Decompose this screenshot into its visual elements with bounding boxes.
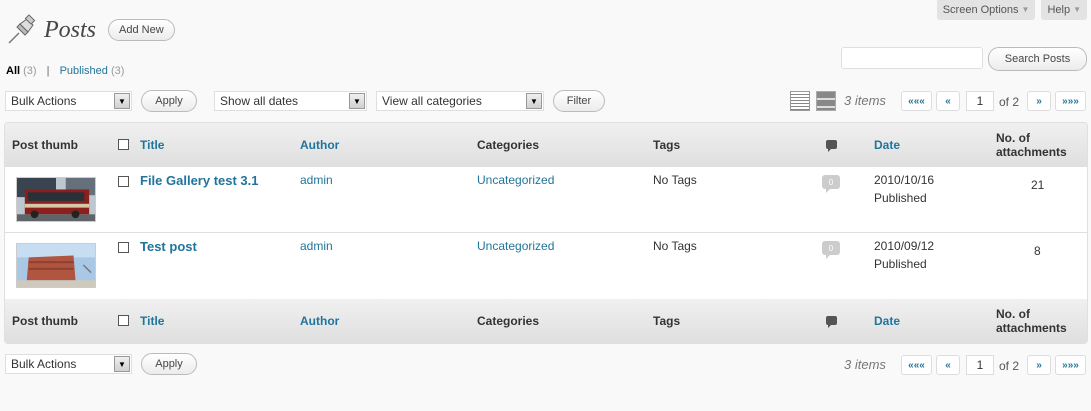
items-count-bottom: 3 items <box>844 357 886 372</box>
column-title[interactable]: Title <box>140 138 164 152</box>
comment-bubble-icon[interactable] <box>826 140 837 152</box>
filter-separator: | <box>46 65 50 77</box>
table-footer: Post thumb Title Author Categories Tags … <box>5 299 1087 343</box>
post-status: Published <box>874 191 927 205</box>
post-tags: No Tags <box>653 239 697 253</box>
post-author-link[interactable]: admin <box>300 173 333 187</box>
column-author[interactable]: Author <box>300 314 339 328</box>
row-checkbox[interactable] <box>118 176 129 187</box>
column-categories: Categories <box>477 138 540 152</box>
column-thumb: Post thumb <box>12 314 78 328</box>
next-page-button[interactable]: » <box>1027 91 1051 111</box>
screen-meta-links: Screen Options ▼ Help ▼ <box>936 0 1087 20</box>
page-title: Posts <box>44 16 97 43</box>
table-header: Post thumb Title Author Categories Tags … <box>5 123 1087 167</box>
screen-options-tab[interactable]: Screen Options ▼ <box>936 0 1036 20</box>
prev-page-button[interactable]: « <box>936 91 960 111</box>
add-new-button[interactable]: Add New <box>108 19 175 41</box>
prev-page-button-bottom[interactable]: « <box>936 355 960 375</box>
post-title-link[interactable]: File Gallery test 3.1 <box>140 173 259 188</box>
apply-button-bottom[interactable]: Apply <box>141 353 197 375</box>
filter-button[interactable]: Filter <box>553 90 605 112</box>
select-all-checkbox[interactable] <box>118 139 129 150</box>
bulk-actions-select[interactable]: Bulk Actions ▼ <box>5 91 132 111</box>
column-title[interactable]: Title <box>140 314 164 328</box>
post-date: 2010/10/16 <box>874 173 935 187</box>
dropdown-arrow-icon: ▼ <box>114 93 130 109</box>
items-count: 3 items <box>844 93 886 108</box>
post-thumbnail-image[interactable] <box>16 177 96 222</box>
table-row: File Gallery test 3.1 admin Uncategorize… <box>5 167 1087 233</box>
post-status: Published <box>874 257 927 271</box>
column-categories: Categories <box>477 314 540 328</box>
column-author[interactable]: Author <box>300 138 339 152</box>
apply-button[interactable]: Apply <box>141 90 197 112</box>
last-page-button[interactable]: »»» <box>1055 91 1086 111</box>
column-attachments: No. of attachments <box>996 131 1067 159</box>
filter-all-count: (3) <box>23 65 37 77</box>
help-label: Help <box>1047 3 1071 16</box>
column-tags: Tags <box>653 138 681 152</box>
dropdown-arrow-icon: ▼ <box>349 93 365 109</box>
column-tags: Tags <box>653 314 681 328</box>
post-author-link[interactable]: admin <box>300 239 333 253</box>
first-page-button-bottom[interactable]: ««« <box>901 355 932 375</box>
dropdown-arrow-icon: ▼ <box>526 93 542 109</box>
filter-published-count: (3) <box>110 65 125 77</box>
row-checkbox[interactable] <box>118 242 129 253</box>
list-view-icon[interactable] <box>790 91 810 111</box>
bulk-actions-value: Bulk Actions <box>11 357 77 371</box>
page-total-bottom: of 2 <box>999 359 1020 373</box>
comment-count-bubble[interactable]: 0 <box>822 175 840 193</box>
post-tags: No Tags <box>653 173 697 187</box>
post-thumbnail-image[interactable] <box>16 243 96 288</box>
pushpin-icon <box>8 14 36 44</box>
posts-table: Post thumb Title Author Categories Tags … <box>4 122 1088 344</box>
comment-count-bubble[interactable]: 0 <box>822 241 840 259</box>
categories-select[interactable]: View all categories ▼ <box>376 91 544 111</box>
first-page-button[interactable]: ««« <box>901 91 932 111</box>
search-input[interactable] <box>841 47 983 69</box>
dropdown-arrow-icon: ▼ <box>114 356 130 372</box>
column-date[interactable]: Date <box>874 314 900 328</box>
post-attachment-count: 8 <box>1034 244 1041 258</box>
excerpt-view-icon[interactable] <box>816 91 836 111</box>
current-page-input-bottom[interactable]: 1 <box>966 355 994 375</box>
page-header: Posts Add New <box>6 14 175 46</box>
page-total: of 2 <box>999 95 1020 109</box>
chevron-down-icon: ▼ <box>1073 5 1081 14</box>
categories-value: View all categories <box>382 94 482 108</box>
post-category-link[interactable]: Uncategorized <box>477 239 554 253</box>
screen-options-label: Screen Options <box>942 3 1019 16</box>
bulk-actions-value: Bulk Actions <box>11 94 77 108</box>
current-page-input[interactable]: 1 <box>966 91 994 111</box>
search-posts-button[interactable]: Search Posts <box>988 47 1087 71</box>
column-thumb: Post thumb <box>12 138 78 152</box>
help-tab[interactable]: Help ▼ <box>1041 0 1087 20</box>
post-category-link[interactable]: Uncategorized <box>477 173 554 187</box>
chevron-down-icon: ▼ <box>1021 5 1030 14</box>
filter-all-link[interactable]: All <box>6 65 20 77</box>
post-title-link[interactable]: Test post <box>140 239 197 254</box>
column-date[interactable]: Date <box>874 138 900 152</box>
dates-select[interactable]: Show all dates ▼ <box>214 91 367 111</box>
comment-bubble-icon[interactable] <box>826 316 837 328</box>
last-page-button-bottom[interactable]: »»» <box>1055 355 1086 375</box>
table-row: Test post admin Uncategorized No Tags 0 … <box>5 233 1087 299</box>
select-all-checkbox[interactable] <box>118 315 129 326</box>
next-page-button-bottom[interactable]: » <box>1027 355 1051 375</box>
filter-published-link[interactable]: Published <box>60 65 108 77</box>
status-filter-links: All (3) | Published (3) <box>6 65 124 77</box>
post-date: 2010/09/12 <box>874 239 935 253</box>
bulk-actions-select-bottom[interactable]: Bulk Actions ▼ <box>5 354 132 374</box>
dates-value: Show all dates <box>220 94 299 108</box>
post-attachment-count: 21 <box>1031 178 1045 192</box>
column-attachments: No. of attachments <box>996 307 1067 335</box>
